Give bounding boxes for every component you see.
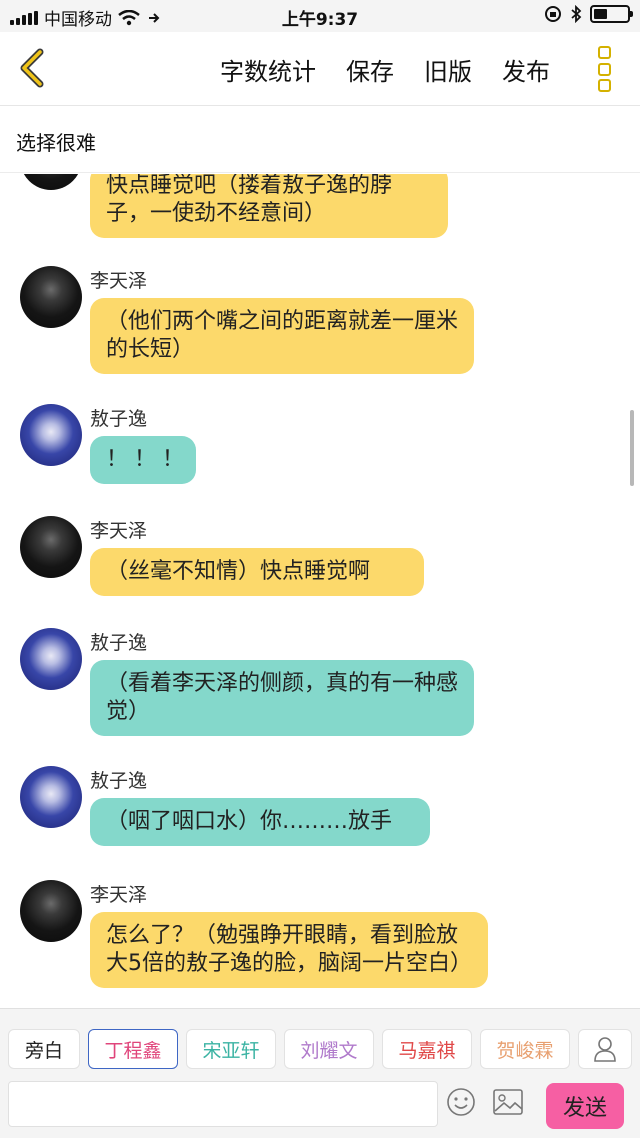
chat-list[interactable]: 快点睡觉吧（搂着敖子逸的脖子，一使劲不经意间） 李天泽 （他们两个嘴之间的距离就… (0, 174, 640, 1008)
more-vertical-icon[interactable] (598, 46, 614, 92)
publish-button[interactable]: 发布 (502, 52, 550, 87)
role-button-ma-jiaqi[interactable]: 马嘉祺 (382, 1029, 472, 1069)
battery-icon (590, 5, 633, 23)
message-bubble[interactable]: （丝毫不知情）快点睡觉啊 (90, 548, 424, 596)
sender-name: 李天泽 (90, 884, 148, 906)
avatar (20, 174, 82, 190)
sender-name: 敖子逸 (90, 408, 148, 430)
avatar (20, 516, 82, 578)
save-button[interactable]: 保存 (346, 52, 394, 87)
role-selector: 旁白 丁程鑫 宋亚轩 刘耀文 马嘉祺 贺峻霖 (8, 1029, 570, 1069)
top-navbar: 字数统计 保存 旧版 发布 (0, 32, 640, 106)
message-input[interactable] (8, 1081, 438, 1127)
person-icon (594, 1037, 616, 1062)
sender-name: 敖子逸 (90, 770, 148, 792)
message-bubble[interactable]: （他们两个嘴之间的距离就差一厘米的长短） (90, 298, 474, 374)
role-button-he-junlin[interactable]: 贺峻霖 (480, 1029, 570, 1069)
sender-name: 敖子逸 (90, 632, 148, 654)
status-bar: 中国移动 上午9:37 (0, 0, 640, 32)
story-title[interactable]: 选择很难 (0, 107, 640, 173)
message-bubble[interactable]: ！！！ (90, 436, 196, 484)
scrollbar[interactable] (630, 410, 634, 486)
smiley-icon[interactable] (446, 1087, 476, 1117)
avatar (20, 766, 82, 828)
avatar (20, 628, 82, 690)
orientation-lock-icon (545, 6, 561, 22)
avatar (20, 266, 82, 328)
avatar (20, 880, 82, 942)
add-role-button[interactable] (578, 1029, 632, 1069)
role-button-song-yaxuan[interactable]: 宋亚轩 (186, 1029, 276, 1069)
image-icon[interactable] (492, 1087, 524, 1117)
sender-name: 李天泽 (90, 520, 148, 542)
role-button-ding-chengxin[interactable]: 丁程鑫 (88, 1029, 178, 1069)
message-bubble[interactable]: （咽了咽口水）你………放手 (90, 798, 430, 846)
avatar (20, 404, 82, 466)
composer-panel: 旁白 丁程鑫 宋亚轩 刘耀文 马嘉祺 贺峻霖 发送 (0, 1008, 640, 1138)
bluetooth-icon (571, 5, 582, 23)
message-bubble[interactable]: （看着李天泽的侧颜，真的有一种感觉） (90, 660, 474, 736)
old-version-button[interactable]: 旧版 (424, 52, 472, 87)
sender-name: 李天泽 (90, 270, 148, 292)
message-bubble[interactable]: 怎么了？（勉强睁开眼睛，看到脸放大5倍的敖子逸的脸，脑阔一片空白） (90, 912, 488, 988)
message-bubble[interactable]: 快点睡觉吧（搂着敖子逸的脖子，一使劲不经意间） (90, 174, 448, 238)
role-button-liu-yaowen[interactable]: 刘耀文 (284, 1029, 374, 1069)
word-count-button[interactable]: 字数统计 (220, 52, 316, 87)
chevron-left-icon[interactable] (12, 46, 52, 90)
send-button[interactable]: 发送 (546, 1083, 624, 1129)
role-narrator-button[interactable]: 旁白 (8, 1029, 80, 1069)
